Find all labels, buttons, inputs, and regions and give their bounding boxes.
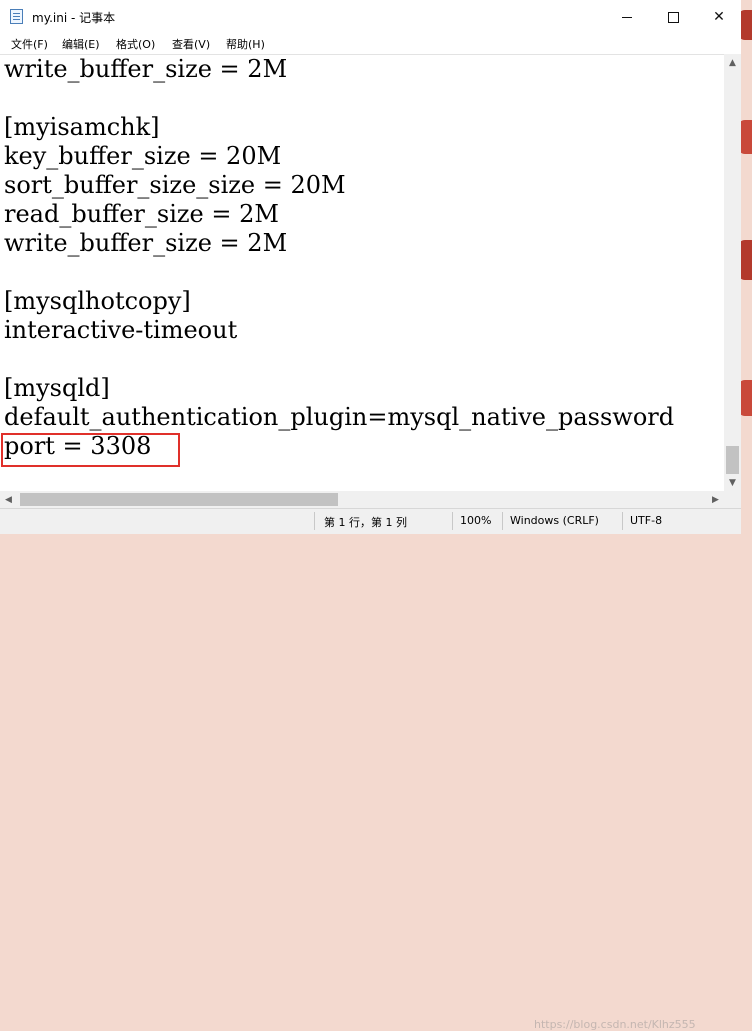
vertical-scrollbar[interactable]: ▲ ▼ — [724, 54, 741, 491]
scroll-up-icon[interactable]: ▲ — [724, 54, 741, 71]
menu-view[interactable]: 查看(V) — [172, 36, 210, 52]
editor-line: [mysqlhotcopy] — [4, 287, 191, 315]
status-separator — [314, 512, 315, 530]
close-button[interactable]: ✕ — [696, 0, 742, 34]
horizontal-scrollbar[interactable]: ◀ ▶ — [0, 491, 724, 508]
scroll-left-icon[interactable]: ◀ — [0, 491, 17, 508]
editor-line: [myisamchk] — [4, 113, 160, 141]
notepad-icon — [10, 9, 23, 24]
menu-bar: 文件(F) 编辑(E) 格式(O) 查看(V) 帮助(H) — [0, 34, 741, 54]
watermark: https://blog.csdn.net/Klhz555 — [534, 1018, 696, 1031]
notepad-window: my.ini - 记事本 ✕ 文件(F) 编辑(E) 格式(O) 查看(V) 帮… — [0, 0, 741, 1031]
minimize-icon — [622, 16, 632, 18]
status-separator — [622, 512, 623, 530]
editor-line: write_buffer_size = 2M — [4, 229, 288, 257]
title-bar[interactable]: my.ini - 记事本 ✕ — [0, 0, 741, 34]
status-separator — [452, 512, 453, 530]
menu-file[interactable]: 文件(F) — [11, 36, 48, 52]
scrollbar-corner — [724, 491, 741, 508]
menu-edit[interactable]: 编辑(E) — [62, 36, 100, 52]
text-editor[interactable]: write_buffer_size = 2M [myisamchk] key_b… — [0, 54, 724, 491]
horizontal-scroll-thumb[interactable] — [20, 493, 338, 506]
status-line-ending: Windows (CRLF) — [510, 514, 599, 527]
minimize-button[interactable] — [604, 0, 650, 34]
editor-line: interactive-timeout — [4, 316, 238, 344]
status-zoom: 100% — [460, 514, 492, 527]
editor-line: default_authentication_plugin=mysql_nati… — [4, 403, 675, 431]
editor-line: sort_buffer_size_size = 20M — [4, 171, 346, 199]
maximize-icon — [667, 11, 679, 23]
scroll-down-icon[interactable]: ▼ — [724, 474, 741, 491]
status-encoding: UTF-8 — [630, 514, 663, 527]
vertical-scroll-thumb[interactable] — [726, 446, 739, 474]
scroll-right-icon[interactable]: ▶ — [707, 491, 724, 508]
editor-line: [mysqld] — [4, 374, 110, 402]
window-title: my.ini - 记事本 — [32, 11, 116, 25]
status-bar: 第 1 行，第 1 列 100% Windows (CRLF) UTF-8 ht… — [0, 508, 741, 1031]
status-separator — [502, 512, 503, 530]
editor-line: key_buffer_size = 20M — [4, 142, 282, 170]
close-icon: ✕ — [713, 9, 725, 25]
editor-line: write_buffer_size = 2M — [4, 55, 288, 83]
editor-line: read_buffer_size = 2M — [4, 200, 279, 228]
menu-help[interactable]: 帮助(H) — [226, 36, 265, 52]
status-cursor-position: 第 1 行，第 1 列 — [324, 516, 407, 529]
highlight-box — [1, 433, 180, 467]
menu-format[interactable]: 格式(O) — [116, 36, 155, 52]
maximize-button[interactable] — [650, 0, 696, 34]
